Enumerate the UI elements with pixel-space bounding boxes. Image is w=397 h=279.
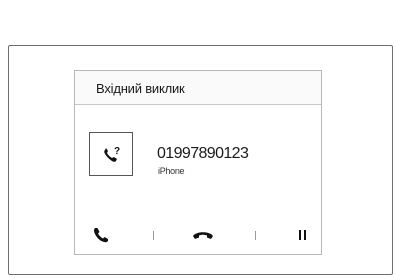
action-separator [153, 231, 154, 240]
dialog-title: Вхідний виклик [96, 81, 185, 96]
action-separator [255, 231, 256, 240]
dialog-header: Вхідний виклик [75, 71, 321, 105]
hold-button[interactable] [283, 222, 323, 248]
decline-button[interactable] [183, 222, 223, 248]
answer-button[interactable] [81, 222, 121, 248]
phone-hangup-icon [193, 232, 213, 239]
caller-avatar: ? [89, 132, 133, 176]
call-action-bar [75, 222, 321, 248]
phone-answer-icon [94, 228, 108, 243]
incoming-call-dialog: Вхідний виклик ? 01997890123 iPhone [74, 70, 322, 255]
svg-text:?: ? [114, 146, 120, 157]
caller-device: iPhone [158, 166, 185, 176]
incoming-call-unknown-icon: ? [104, 146, 120, 162]
pause-icon [299, 230, 306, 240]
caller-number: 01997890123 [157, 145, 249, 162]
